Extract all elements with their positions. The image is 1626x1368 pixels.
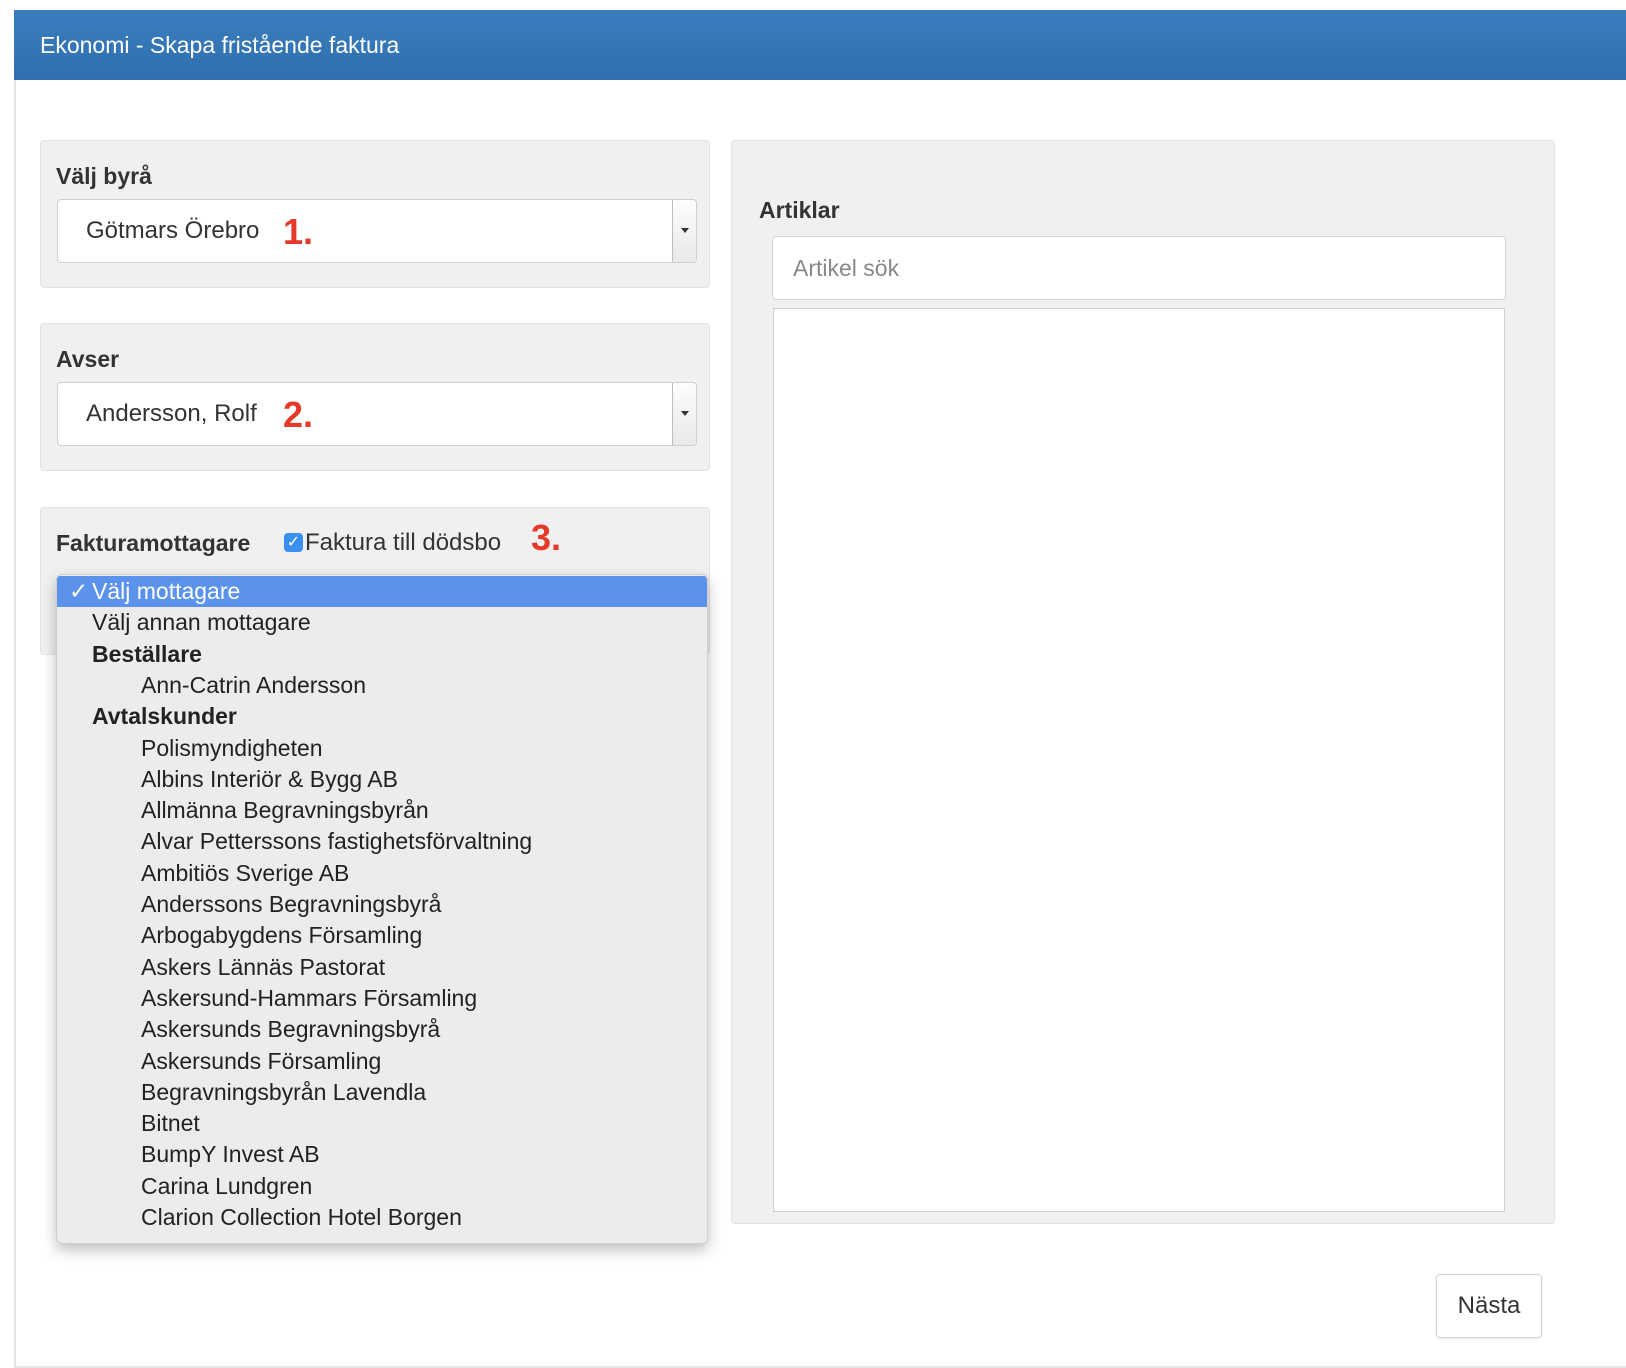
dropdown-option-label: Bitnet [141,1110,200,1137]
dropdown-option-label: Välj mottagare [92,578,241,604]
dropdown-option-label: Clarion Collection Hotel Borgen [141,1204,462,1230]
dropdown-option-label: Välj annan mottagare [92,609,311,636]
dodsbo-checkbox[interactable]: ✓ [284,533,303,552]
annotation-1: 1. [283,211,314,252]
byra-select-arrow[interactable] [672,200,696,262]
annotation-3: 3. [531,517,562,558]
dropdown-option[interactable]: BumpY Invest AB [57,1139,707,1170]
byra-select[interactable]: Götmars Örebro [57,199,697,263]
dropdown-option-label: Askersunds Församling [141,1047,382,1074]
annotation-2: 2. [283,394,314,435]
avser-select[interactable]: Andersson, Rolf [57,382,697,446]
chevron-down-icon [681,411,689,416]
byra-panel: Välj byrå Götmars Örebro 1. [40,140,710,288]
dropdown-option[interactable]: Bitnet [57,1108,707,1139]
dropdown-option[interactable]: Allmänna Begravningsbyrån [57,795,707,826]
dropdown-option[interactable]: Askersunds Församling [57,1046,707,1077]
dropdown-option-label: Anderssons Begravningsbyrå [141,891,442,917]
dropdown-option[interactable]: Polismyndigheten [57,733,707,764]
dropdown-option[interactable]: Askersunds Begravningsbyrå [57,1014,707,1045]
dropdown-option[interactable]: Arbogabygdens Församling [57,920,707,951]
dropdown-group-label: Avtalskunder [57,701,707,732]
byra-selected-value: Götmars Örebro [86,217,260,244]
dropdown-option[interactable]: Välj annan mottagare [57,607,707,638]
dropdown-option-label: Arbogabygdens Församling [141,922,423,949]
dropdown-option[interactable]: Alvar Petterssons fastighetsförvaltning [57,826,707,857]
dropdown-option[interactable]: Anderssons Begravningsbyrå [57,889,707,920]
dropdown-option-label: Alvar Petterssons fastighetsförvaltning [141,828,533,855]
chevron-down-icon [681,228,689,233]
avser-selected-value: Andersson, Rolf [86,400,257,427]
dropdown-option-label: Allmänna Begravningsbyrån [141,797,429,824]
avser-panel: Avser Andersson, Rolf 2. [40,323,710,471]
dropdown-option[interactable]: Ambitiös Sverige AB [57,858,707,889]
dropdown-option-label: Askersund-Hammars Församling [141,984,478,1011]
checkmark-icon: ✓ [69,578,89,604]
dropdown-option-label: Ann-Catrin Andersson [141,671,367,698]
avser-select-arrow[interactable] [672,383,696,445]
dropdown-option-label: Albins Interiör & Bygg AB [141,765,398,792]
dropdown-group-label: Beställare [57,639,707,670]
dropdown-option-label: Beställare [92,640,202,667]
dropdown-option[interactable]: Begravningsbyrån Lavendla [57,1077,707,1108]
dropdown-option-label: Avtalskunder [92,703,237,730]
dropdown-option[interactable]: ✓ Välj mottagare [57,576,707,607]
dropdown-option[interactable]: Clarion Collection Hotel Borgen [57,1202,707,1233]
dropdown-option-label: Carina Lundgren [141,1172,313,1199]
avser-label: Avser [56,346,120,372]
next-button[interactable]: Nästa [1436,1274,1542,1338]
dropdown-option-label: Polismyndigheten [141,734,323,761]
artikel-search-input[interactable]: Artikel sök [772,236,1506,300]
dropdown-option[interactable]: Askers Lännäs Pastorat [57,952,707,983]
dropdown-option-label: BumpY Invest AB [141,1141,320,1168]
dropdown-option[interactable]: Askersund-Hammars Församling [57,983,707,1014]
dropdown-option-label: Ambitiös Sverige AB [141,859,350,886]
dropdown-option[interactable]: Ann-Catrin Andersson [57,670,707,701]
mottagare-label: Fakturamottagare [56,530,251,556]
mottagare-dropdown[interactable]: ✓ Välj mottagare Välj annan mottagare Bestä… [56,574,708,1244]
dropdown-option-label: Begravningsbyrån Lavendla [141,1078,427,1105]
dodsbo-checkbox-label[interactable]: Faktura till dödsbo [305,529,501,557]
artiklar-label: Artiklar [759,197,840,223]
dropdown-option-label: Askersunds Begravningsbyrå [141,1016,441,1043]
dropdown-option[interactable]: Albins Interiör & Bygg AB [57,764,707,795]
dropdown-option[interactable]: Carina Lundgren [57,1171,707,1202]
byra-label: Välj byrå [56,163,152,189]
dropdown-option-label: Askers Lännäs Pastorat [141,953,386,980]
window-title: Ekonomi - Skapa fristående faktura [14,10,1626,80]
artikel-list[interactable] [773,308,1505,1212]
